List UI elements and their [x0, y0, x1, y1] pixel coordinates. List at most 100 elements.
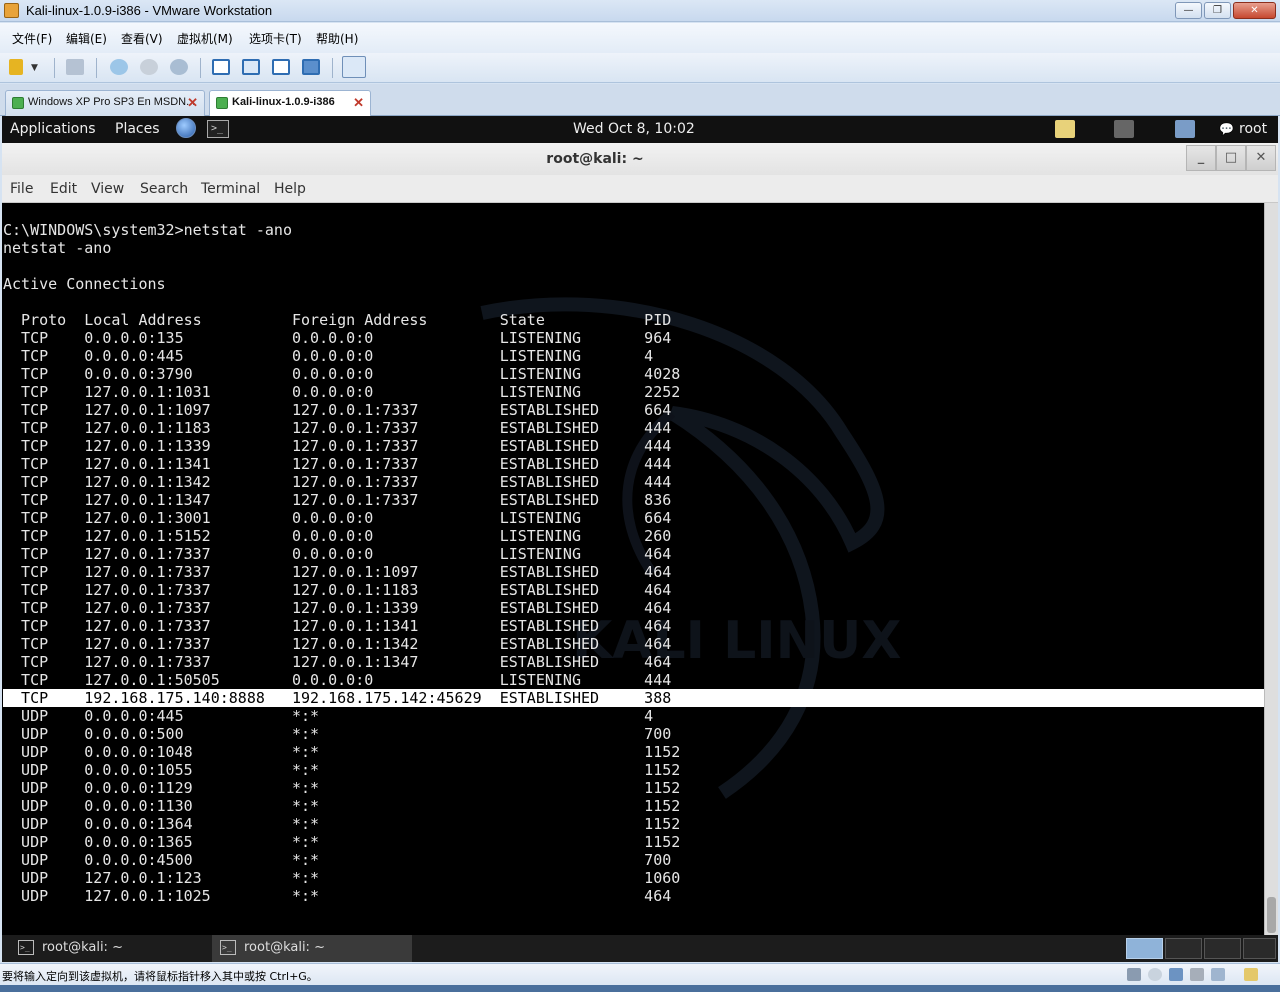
- guest-display[interactable]: Applications Places >_ Wed Oct 8, 10:02 …: [2, 116, 1278, 962]
- hard-disk-icon[interactable]: [1127, 968, 1141, 981]
- terminal-line: TCP 0.0.0.0:135 0.0.0.0:0 LISTENING 964: [3, 329, 672, 347]
- chat-icon[interactable]: 💬: [1219, 122, 1234, 136]
- toolbar-separator: [96, 58, 97, 78]
- terminal-line: TCP 127.0.0.1:1183 127.0.0.1:7337 ESTABL…: [3, 419, 672, 437]
- thumbnail-bar-icon[interactable]: [242, 59, 260, 75]
- tab-kali-linux[interactable]: Kali-linux-1.0.9-i386 ✕: [209, 90, 371, 116]
- menu-help[interactable]: Help: [274, 181, 306, 197]
- panel-clock[interactable]: Wed Oct 8, 10:02: [573, 121, 695, 137]
- terminal-line: Active Connections: [3, 275, 166, 293]
- unity-icon[interactable]: [302, 59, 320, 75]
- gnome-top-panel: Applications Places >_ Wed Oct 8, 10:02 …: [2, 116, 1278, 143]
- terminal-scrollbar[interactable]: [1264, 203, 1278, 935]
- terminal-line: C:\WINDOWS\system32>netstat -ano: [3, 221, 292, 239]
- terminal-menubar: File Edit View Search Terminal Help: [2, 175, 1278, 203]
- places-menu[interactable]: Places: [115, 121, 160, 137]
- user-menu[interactable]: root: [1239, 121, 1267, 137]
- scrollbar-thumb[interactable]: [1267, 897, 1276, 933]
- terminal-icon: >_: [220, 940, 236, 955]
- terminal-line: TCP 127.0.0.1:7337 127.0.0.1:1341 ESTABL…: [3, 617, 672, 635]
- terminal-line: TCP 0.0.0.0:445 0.0.0.0:0 LISTENING 4: [3, 347, 654, 365]
- vmware-toolbar: ▼: [0, 53, 1280, 83]
- terminal-line: UDP 0.0.0.0:1048 *:* 1152: [3, 743, 681, 761]
- terminal-line: TCP 127.0.0.1:50505 0.0.0.0:0 LISTENING …: [3, 671, 672, 689]
- menu-edit[interactable]: 编辑(E): [66, 30, 107, 47]
- terminal-line: UDP 0.0.0.0:1055 *:* 1152: [3, 761, 681, 779]
- terminal-line: TCP 127.0.0.1:1097 127.0.0.1:7337 ESTABL…: [3, 401, 672, 419]
- menu-view[interactable]: 查看(V): [121, 30, 163, 47]
- host-taskbar-edge: [0, 985, 1280, 992]
- terminal-line: TCP 127.0.0.1:7337 127.0.0.1:1097 ESTABL…: [3, 563, 672, 581]
- terminal-output: C:\WINDOWS\system32>netstat -ano netstat …: [3, 203, 1264, 905]
- terminal-titlebar[interactable]: root@kali: ~ _ □ ✕: [2, 143, 1278, 175]
- minimize-button[interactable]: —: [1175, 2, 1202, 19]
- terminal-line: UDP 0.0.0.0:1129 *:* 1152: [3, 779, 681, 797]
- console-view-icon[interactable]: [342, 56, 366, 78]
- menu-search[interactable]: Search: [140, 181, 188, 197]
- menu-tabs[interactable]: 选项卡(T): [249, 30, 302, 47]
- pause-icon[interactable]: [9, 59, 23, 75]
- message-log-icon[interactable]: [1244, 968, 1258, 981]
- notification-icon[interactable]: [1055, 120, 1075, 138]
- network-adapter-icon[interactable]: [1169, 968, 1183, 981]
- vm-running-icon: [12, 97, 24, 109]
- sound-card-icon[interactable]: [1211, 968, 1225, 981]
- web-browser-launcher-icon[interactable]: [176, 118, 196, 138]
- taskbar-item-active[interactable]: >_ root@kali: ~: [212, 935, 412, 962]
- tab-windows-xp[interactable]: Windows XP Pro SP3 En MSDN... ✕: [5, 90, 205, 116]
- send-ctrl-alt-del-icon[interactable]: [66, 59, 84, 75]
- applications-menu[interactable]: Applications: [10, 121, 96, 137]
- volume-muted-icon[interactable]: [1114, 120, 1134, 138]
- snapshot-take-icon[interactable]: [110, 59, 128, 75]
- terminal-line: UDP 127.0.0.1:1025 *:* 464: [3, 887, 672, 905]
- minimize-button[interactable]: _: [1186, 145, 1216, 171]
- power-dropdown-chevron-icon[interactable]: ▼: [31, 63, 41, 73]
- menu-edit[interactable]: Edit: [50, 181, 77, 197]
- terminal-line: UDP 127.0.0.1:123 *:* 1060: [3, 869, 681, 887]
- menu-help[interactable]: 帮助(H): [316, 30, 358, 47]
- status-message: 要将输入定向到该虚拟机，请将鼠标指针移入其中或按 Ctrl+G。: [2, 970, 318, 983]
- terminal-line: TCP 127.0.0.1:1347 127.0.0.1:7337 ESTABL…: [3, 491, 672, 509]
- close-button[interactable]: ✕: [1233, 2, 1276, 19]
- close-button[interactable]: ✕: [1246, 145, 1276, 171]
- vmware-app-icon: [4, 3, 19, 18]
- terminal-line: TCP 127.0.0.1:7337 0.0.0.0:0 LISTENING 4…: [3, 545, 672, 563]
- cd-dvd-icon[interactable]: [1148, 968, 1162, 981]
- full-screen-icon[interactable]: [272, 59, 290, 75]
- terminal-line: TCP 127.0.0.1:1341 127.0.0.1:7337 ESTABL…: [3, 455, 672, 473]
- snapshot-manager-icon[interactable]: [170, 59, 188, 75]
- printer-icon[interactable]: [1190, 968, 1204, 981]
- menu-file[interactable]: File: [10, 181, 33, 197]
- menu-view[interactable]: View: [91, 181, 124, 197]
- terminal-window-controls: _ □ ✕: [1186, 145, 1276, 171]
- terminal-icon: >_: [18, 940, 34, 955]
- maximize-button[interactable]: ❐: [1204, 2, 1231, 19]
- vmware-statusbar: 要将输入定向到该虚拟机，请将鼠标指针移入其中或按 Ctrl+G。: [0, 963, 1280, 985]
- terminal-line: TCP 0.0.0.0:3790 0.0.0.0:0 LISTENING 402…: [3, 365, 681, 383]
- terminal-line: TCP 127.0.0.1:5152 0.0.0.0:0 LISTENING 2…: [3, 527, 672, 545]
- menu-file[interactable]: 文件(F): [12, 30, 52, 47]
- workspace-2[interactable]: [1165, 938, 1202, 959]
- close-icon[interactable]: ✕: [353, 95, 364, 111]
- maximize-button[interactable]: □: [1216, 145, 1246, 171]
- window-controls: — ❐ ✕: [1175, 2, 1276, 19]
- snapshot-revert-icon[interactable]: [140, 59, 158, 75]
- terminal-line: UDP 0.0.0.0:1130 *:* 1152: [3, 797, 681, 815]
- terminal-line: TCP 127.0.0.1:1031 0.0.0.0:0 LISTENING 2…: [3, 383, 681, 401]
- window-title: Kali-linux-1.0.9-i386 - VMware Workstati…: [26, 3, 273, 18]
- tab-label: Windows XP Pro SP3 En MSDN...: [28, 96, 196, 108]
- workspace-1[interactable]: [1126, 938, 1163, 959]
- terminal-launcher-icon[interactable]: >_: [207, 120, 229, 138]
- terminal-screen[interactable]: KALI LINUX C:\WINDOWS\system32>netstat -…: [2, 203, 1264, 935]
- workspace-4[interactable]: [1243, 938, 1276, 959]
- menu-vm[interactable]: 虚拟机(M): [177, 30, 233, 47]
- taskbar-item[interactable]: >_ root@kali: ~: [2, 935, 210, 962]
- workspace-3[interactable]: [1204, 938, 1241, 959]
- network-icon[interactable]: [1175, 120, 1195, 138]
- show-library-icon[interactable]: [212, 59, 230, 75]
- menu-terminal[interactable]: Terminal: [201, 181, 260, 197]
- toolbar-separator: [332, 58, 333, 78]
- close-icon[interactable]: ✕: [187, 95, 198, 111]
- terminal-line: UDP 0.0.0.0:445 *:* 4: [3, 707, 654, 725]
